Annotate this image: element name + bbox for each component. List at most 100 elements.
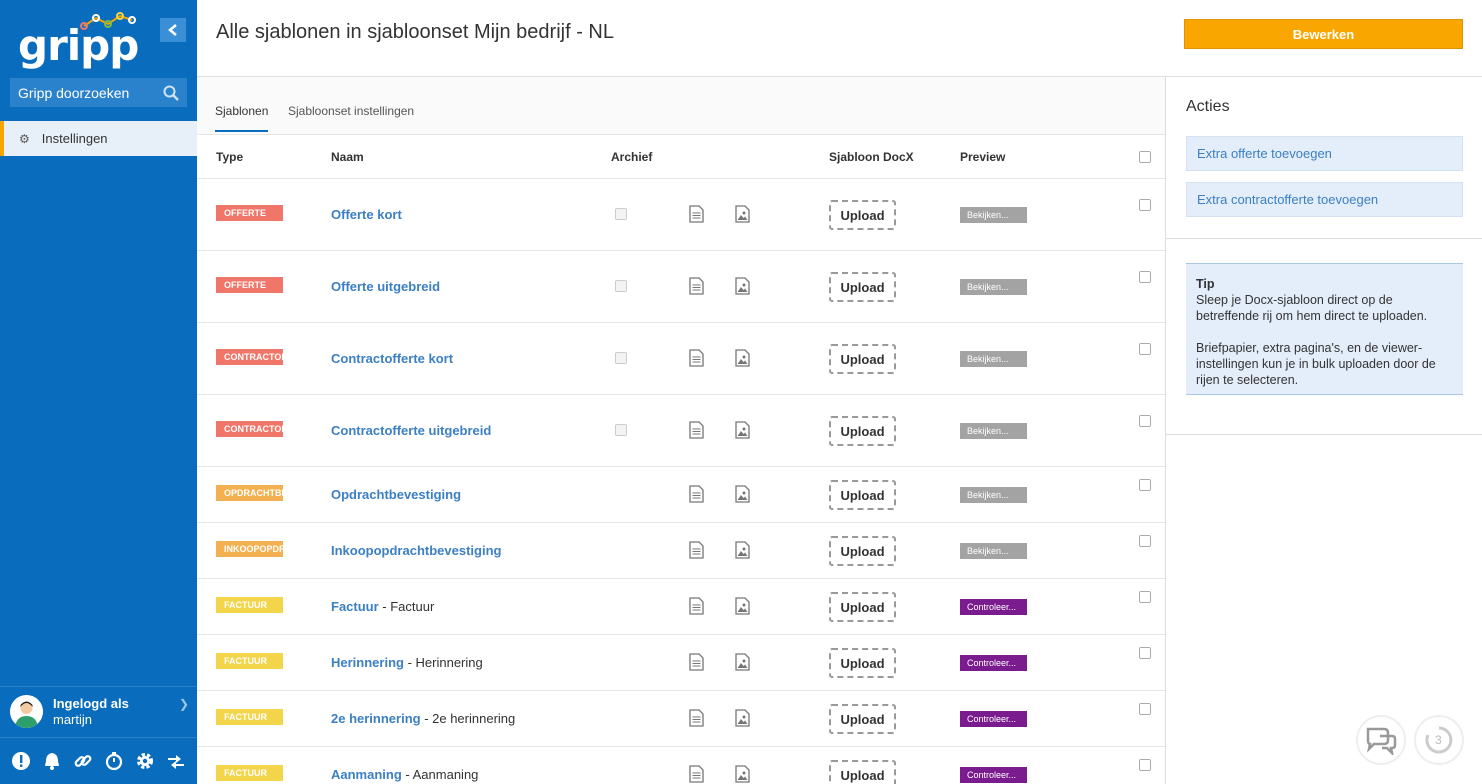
alert-icon[interactable] xyxy=(9,749,33,773)
row-checkbox[interactable] xyxy=(1139,535,1151,547)
table-row[interactable]: Inkoopopdracht Inkoopopdrachtbevestiging… xyxy=(197,523,1165,579)
search-icon[interactable] xyxy=(163,85,179,101)
template-name-link[interactable]: Offerte kort xyxy=(331,207,402,222)
template-name-link[interactable]: Herinnering xyxy=(331,655,404,670)
template-name-link[interactable]: Contractofferte kort xyxy=(331,351,453,366)
image-file-icon[interactable] xyxy=(734,765,750,783)
row-checkbox[interactable] xyxy=(1139,199,1151,211)
tab-sjabloonset-instellingen[interactable]: Sjabloonset instellingen xyxy=(288,104,414,130)
preview-button[interactable]: Bekijken... xyxy=(960,279,1027,295)
tab-sjablonen[interactable]: Sjablonen xyxy=(215,104,269,132)
image-file-icon[interactable] xyxy=(734,421,750,439)
row-checkbox[interactable] xyxy=(1139,591,1151,603)
image-file-icon[interactable] xyxy=(734,277,750,295)
row-checkbox[interactable] xyxy=(1139,759,1151,771)
document-icon[interactable] xyxy=(688,277,704,295)
document-icon[interactable] xyxy=(688,485,704,503)
swap-icon[interactable] xyxy=(164,749,188,773)
gripp-logo[interactable]: gripp xyxy=(16,12,139,72)
column-header-name[interactable]: Naam xyxy=(331,150,364,164)
document-icon[interactable] xyxy=(688,421,704,439)
table-row[interactable]: Factuur Factuur - Factuur Upload Control… xyxy=(197,579,1165,635)
template-name-link[interactable]: Inkoopopdrachtbevestiging xyxy=(331,543,501,558)
add-contractofferte-button[interactable]: Extra contractofferte toevoegen xyxy=(1186,182,1463,217)
bell-icon[interactable] xyxy=(40,749,64,773)
template-name-link[interactable]: Aanmaning xyxy=(331,767,402,782)
upload-dropzone[interactable]: Upload xyxy=(829,200,896,230)
row-checkbox[interactable] xyxy=(1139,415,1151,427)
column-header-archive[interactable]: Archief xyxy=(611,150,652,164)
table-row[interactable]: Offerte Offerte uitgebreid Upload Bekijk… xyxy=(197,251,1165,323)
add-offerte-button[interactable]: Extra offerte toevoegen xyxy=(1186,136,1463,171)
link-icon[interactable] xyxy=(71,749,95,773)
preview-button[interactable]: Bekijken... xyxy=(960,207,1027,223)
archive-checkbox[interactable] xyxy=(615,208,627,220)
template-name-link[interactable]: 2e herinnering xyxy=(331,711,421,726)
page-title: Alle sjablonen in sjabloonset Mijn bedri… xyxy=(216,21,614,43)
preview-button[interactable]: Controleer... xyxy=(960,655,1027,671)
column-header-type[interactable]: Type xyxy=(216,150,243,164)
table-row[interactable]: Contractofferte Contractofferte kort Upl… xyxy=(197,323,1165,395)
image-file-icon[interactable] xyxy=(734,709,750,727)
select-all-checkbox[interactable] xyxy=(1139,151,1151,163)
upload-dropzone[interactable]: Upload xyxy=(829,704,896,734)
gear-icon[interactable] xyxy=(133,749,157,773)
preview-button[interactable]: Controleer... xyxy=(960,767,1027,783)
archive-checkbox[interactable] xyxy=(615,424,627,436)
document-icon[interactable] xyxy=(688,541,704,559)
table-row[interactable]: Offerte Offerte kort Upload Bekijken... xyxy=(197,179,1165,251)
document-icon[interactable] xyxy=(688,205,704,223)
template-name-link[interactable]: Contractofferte uitgebreid xyxy=(331,423,491,438)
image-file-icon[interactable] xyxy=(734,597,750,615)
upload-dropzone[interactable]: Upload xyxy=(829,536,896,566)
row-checkbox[interactable] xyxy=(1139,343,1151,355)
row-checkbox[interactable] xyxy=(1139,271,1151,283)
edit-button[interactable]: Bewerken xyxy=(1184,19,1463,49)
preview-button[interactable]: Bekijken... xyxy=(960,543,1027,559)
upload-dropzone[interactable]: Upload xyxy=(829,480,896,510)
image-file-icon[interactable] xyxy=(734,205,750,223)
table-row[interactable]: Factuur Aanmaning - Aanmaning Upload Con… xyxy=(197,747,1165,784)
user-block[interactable]: Ingelogd als martijn ❯ xyxy=(0,686,197,736)
template-suffix: - Factuur xyxy=(378,599,435,614)
collapse-sidebar-button[interactable] xyxy=(160,18,186,42)
image-file-icon[interactable] xyxy=(734,541,750,559)
document-icon[interactable] xyxy=(688,349,704,367)
notification-counter[interactable]: 3 xyxy=(1414,715,1464,765)
document-icon[interactable] xyxy=(688,765,704,783)
document-icon[interactable] xyxy=(688,597,704,615)
table-row[interactable]: Factuur Herinnering - Herinnering Upload… xyxy=(197,635,1165,691)
upload-dropzone[interactable]: Upload xyxy=(829,416,896,446)
chat-button[interactable] xyxy=(1356,715,1406,765)
upload-dropzone[interactable]: Upload xyxy=(829,592,896,622)
user-avatar-icon xyxy=(10,695,43,728)
preview-button[interactable]: Bekijken... xyxy=(960,423,1027,439)
document-icon[interactable] xyxy=(688,653,704,671)
search-bar[interactable]: Gripp doorzoeken xyxy=(10,78,187,107)
upload-dropzone[interactable]: Upload xyxy=(829,272,896,302)
preview-button[interactable]: Controleer... xyxy=(960,599,1027,615)
archive-checkbox[interactable] xyxy=(615,352,627,364)
template-name-link[interactable]: Factuur xyxy=(331,599,379,614)
template-name-link[interactable]: Opdrachtbevestiging xyxy=(331,487,461,502)
table-row[interactable]: Opdrachtbevestiging Opdrachtbevestiging … xyxy=(197,467,1165,523)
upload-dropzone[interactable]: Upload xyxy=(829,344,896,374)
timer-icon[interactable] xyxy=(102,749,126,773)
document-icon[interactable] xyxy=(688,709,704,727)
preview-button[interactable]: Bekijken... xyxy=(960,351,1027,367)
upload-dropzone[interactable]: Upload xyxy=(829,648,896,678)
table-row[interactable]: Contractofferte Contractofferte uitgebre… xyxy=(197,395,1165,467)
upload-dropzone[interactable]: Upload xyxy=(829,760,896,784)
row-checkbox[interactable] xyxy=(1139,647,1151,659)
preview-button[interactable]: Bekijken... xyxy=(960,487,1027,503)
row-checkbox[interactable] xyxy=(1139,703,1151,715)
image-file-icon[interactable] xyxy=(734,653,750,671)
image-file-icon[interactable] xyxy=(734,485,750,503)
template-name-link[interactable]: Offerte uitgebreid xyxy=(331,279,440,294)
sidebar-item-instellingen[interactable]: ⚙ Instellingen xyxy=(0,121,197,156)
image-file-icon[interactable] xyxy=(734,349,750,367)
row-checkbox[interactable] xyxy=(1139,479,1151,491)
preview-button[interactable]: Controleer... xyxy=(960,711,1027,727)
table-row[interactable]: Factuur 2e herinnering - 2e herinnering … xyxy=(197,691,1165,747)
archive-checkbox[interactable] xyxy=(615,280,627,292)
